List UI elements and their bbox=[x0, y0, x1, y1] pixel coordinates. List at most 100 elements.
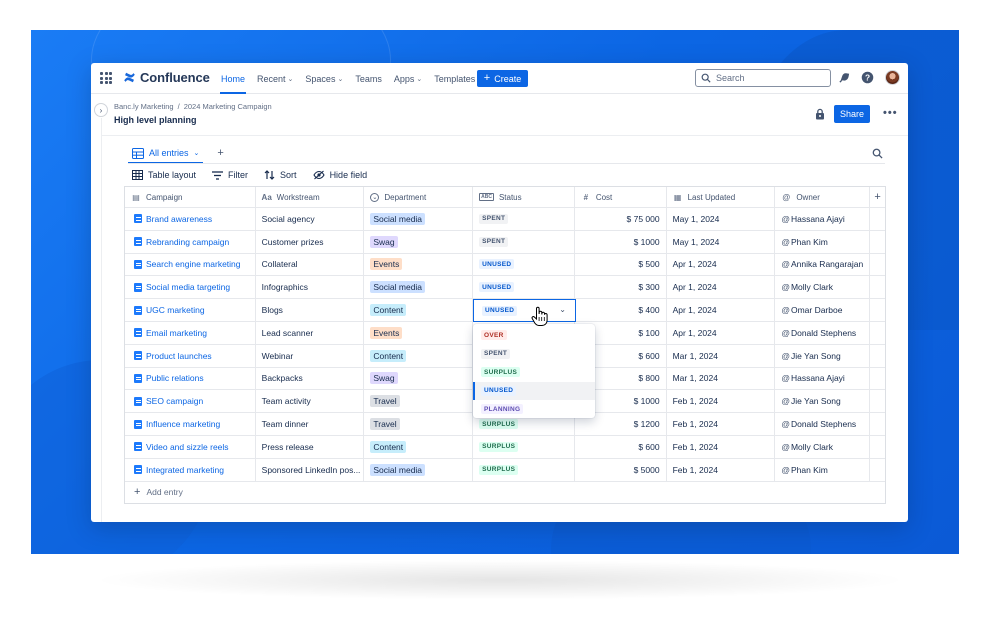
campaign-link[interactable]: Integrated marketing bbox=[131, 464, 227, 476]
owner-cell[interactable]: @ Donald Stephens bbox=[775, 321, 871, 344]
workstream-cell[interactable]: Infographics bbox=[256, 276, 365, 299]
last-updated-cell[interactable]: Feb 1, 2024 bbox=[667, 458, 776, 481]
nav-link-apps[interactable]: Apps ⌄ bbox=[388, 63, 428, 94]
last-updated-cell[interactable]: Mar 1, 2024 bbox=[667, 344, 776, 367]
table-layout-button[interactable]: Table layout bbox=[132, 170, 196, 180]
nav-link-spaces[interactable]: Spaces ⌄ bbox=[299, 63, 349, 94]
status-cell[interactable]: SURPLUS bbox=[473, 458, 575, 481]
last-updated-cell[interactable]: Feb 1, 2024 bbox=[667, 390, 776, 413]
add-view-button[interactable]: + bbox=[217, 147, 223, 159]
status-cell[interactable]: SPENT bbox=[473, 208, 575, 230]
workstream-cell[interactable]: Team activity bbox=[256, 390, 365, 413]
tab-all-entries[interactable]: All entries ⌄ bbox=[128, 143, 204, 164]
workstream-cell[interactable]: Collateral bbox=[256, 253, 365, 276]
status-select[interactable]: UNUSED ⌄ bbox=[473, 299, 576, 322]
sidebar-toggle-button[interactable]: › bbox=[94, 103, 108, 117]
campaign-link[interactable]: Product launches bbox=[131, 350, 215, 362]
hide-field-button[interactable]: Hide field bbox=[312, 170, 367, 180]
cost-cell[interactable]: $ 400 bbox=[575, 299, 667, 321]
department-cell[interactable]: Events bbox=[364, 321, 474, 344]
lock-icon[interactable] bbox=[814, 108, 826, 120]
workstream-cell[interactable]: Backpacks bbox=[256, 367, 365, 390]
department-cell[interactable]: Social media bbox=[364, 208, 474, 230]
campaign-cell[interactable]: Search engine marketing bbox=[125, 253, 256, 276]
owner-cell[interactable]: @ Phan Kim bbox=[775, 458, 871, 481]
campaign-cell[interactable]: Product launches bbox=[125, 344, 256, 367]
last-updated-cell[interactable]: Apr 1, 2024 bbox=[667, 299, 776, 321]
help-icon[interactable]: ? bbox=[861, 71, 874, 84]
campaign-link[interactable]: Search engine marketing bbox=[131, 258, 244, 270]
notifications-icon[interactable] bbox=[838, 71, 851, 84]
filter-button[interactable]: Filter bbox=[212, 170, 248, 180]
column-header-last-updated[interactable]: ▦ Last Updated bbox=[667, 187, 776, 207]
department-cell[interactable]: Travel bbox=[364, 390, 474, 413]
owner-cell[interactable]: @ Hassana Ajayi bbox=[775, 367, 871, 390]
cost-cell[interactable]: $ 5000 bbox=[575, 458, 667, 481]
search-input[interactable]: Search bbox=[695, 69, 831, 87]
owner-cell[interactable]: @ Jie Yan Song bbox=[775, 390, 871, 413]
workstream-cell[interactable]: Sponsored LinkedIn pos... bbox=[256, 458, 365, 481]
status-cell[interactable]: UNUSED bbox=[473, 253, 575, 276]
department-cell[interactable]: Social media bbox=[364, 458, 474, 481]
add-column-button[interactable]: + bbox=[870, 187, 885, 207]
owner-cell[interactable]: @ Jie Yan Song bbox=[775, 344, 871, 367]
campaign-cell[interactable]: Rebranding campaign bbox=[125, 230, 256, 253]
campaign-link[interactable]: Public relations bbox=[131, 372, 207, 384]
workstream-cell[interactable]: Customer prizes bbox=[256, 230, 365, 253]
last-updated-cell[interactable]: Mar 1, 2024 bbox=[667, 367, 776, 390]
column-header-department[interactable]: ⌄ Department bbox=[364, 187, 474, 207]
column-header-cost[interactable]: # Cost bbox=[575, 187, 667, 207]
avatar[interactable] bbox=[885, 70, 900, 85]
status-cell[interactable]: SPENT bbox=[473, 230, 575, 253]
owner-cell[interactable]: @ Omar Darboe bbox=[775, 299, 871, 321]
owner-cell[interactable]: @ Molly Clark bbox=[775, 276, 871, 299]
share-button[interactable]: Share bbox=[834, 105, 870, 123]
campaign-cell[interactable]: SEO campaign bbox=[125, 390, 256, 413]
campaign-link[interactable]: UGC marketing bbox=[131, 304, 208, 316]
sort-button[interactable]: Sort bbox=[264, 170, 297, 180]
nav-link-home[interactable]: Home bbox=[215, 63, 251, 94]
department-cell[interactable]: Content bbox=[364, 344, 474, 367]
app-switcher-icon[interactable] bbox=[100, 72, 112, 84]
cost-cell[interactable]: $ 300 bbox=[575, 276, 667, 299]
campaign-link[interactable]: Video and sizzle reels bbox=[131, 441, 232, 453]
last-updated-cell[interactable]: May 1, 2024 bbox=[667, 230, 776, 253]
breadcrumb-parent[interactable]: 2024 Marketing Campaign bbox=[184, 102, 272, 111]
owner-cell[interactable]: @ Donald Stephens bbox=[775, 413, 871, 435]
last-updated-cell[interactable]: Apr 1, 2024 bbox=[667, 276, 776, 299]
column-header-owner[interactable]: @ Owner bbox=[775, 187, 871, 207]
status-option-surplus[interactable]: SURPLUS bbox=[473, 363, 595, 382]
nav-link-recent[interactable]: Recent ⌄ bbox=[251, 63, 299, 94]
status-cell[interactable]: UNUSED bbox=[473, 276, 575, 299]
last-updated-cell[interactable]: Apr 1, 2024 bbox=[667, 321, 776, 344]
status-option-planning[interactable]: PLANNING bbox=[473, 400, 595, 419]
status-option-unused[interactable]: UNUSED bbox=[473, 381, 595, 400]
campaign-cell[interactable]: Influence marketing bbox=[125, 413, 256, 435]
campaign-link[interactable]: Email marketing bbox=[131, 327, 210, 339]
last-updated-cell[interactable]: Feb 1, 2024 bbox=[667, 413, 776, 435]
owner-cell[interactable]: @ Annika Rangarajan bbox=[775, 253, 871, 276]
campaign-link[interactable]: Rebranding campaign bbox=[131, 236, 232, 248]
status-option-over[interactable]: OVER bbox=[473, 326, 595, 345]
status-option-spent[interactable]: SPENT bbox=[473, 345, 595, 364]
create-button[interactable]: + Create bbox=[477, 70, 528, 87]
campaign-cell[interactable]: UGC marketing bbox=[125, 299, 256, 321]
cost-cell[interactable]: $ 600 bbox=[575, 435, 667, 458]
department-cell[interactable]: Swag bbox=[364, 367, 474, 390]
nav-link-teams[interactable]: Teams bbox=[349, 63, 388, 94]
workstream-cell[interactable]: Blogs bbox=[256, 299, 365, 321]
search-icon[interactable] bbox=[872, 148, 883, 159]
campaign-link[interactable]: Social media targeting bbox=[131, 281, 233, 293]
campaign-link[interactable]: Brand awareness bbox=[131, 213, 215, 225]
department-cell[interactable]: Events bbox=[364, 253, 474, 276]
add-entry-button[interactable]: + Add entry bbox=[125, 482, 885, 504]
department-cell[interactable]: Content bbox=[364, 299, 474, 321]
cost-cell[interactable]: $ 75 000 bbox=[575, 208, 667, 230]
owner-cell[interactable]: @ Molly Clark bbox=[775, 435, 871, 458]
column-header-campaign[interactable]: ▤ Campaign bbox=[125, 187, 256, 207]
workstream-cell[interactable]: Team dinner bbox=[256, 413, 365, 435]
status-cell[interactable]: SURPLUS bbox=[473, 435, 575, 458]
department-cell[interactable]: Swag bbox=[364, 230, 474, 253]
department-cell[interactable]: Content bbox=[364, 435, 474, 458]
department-cell[interactable]: Travel bbox=[364, 413, 474, 435]
